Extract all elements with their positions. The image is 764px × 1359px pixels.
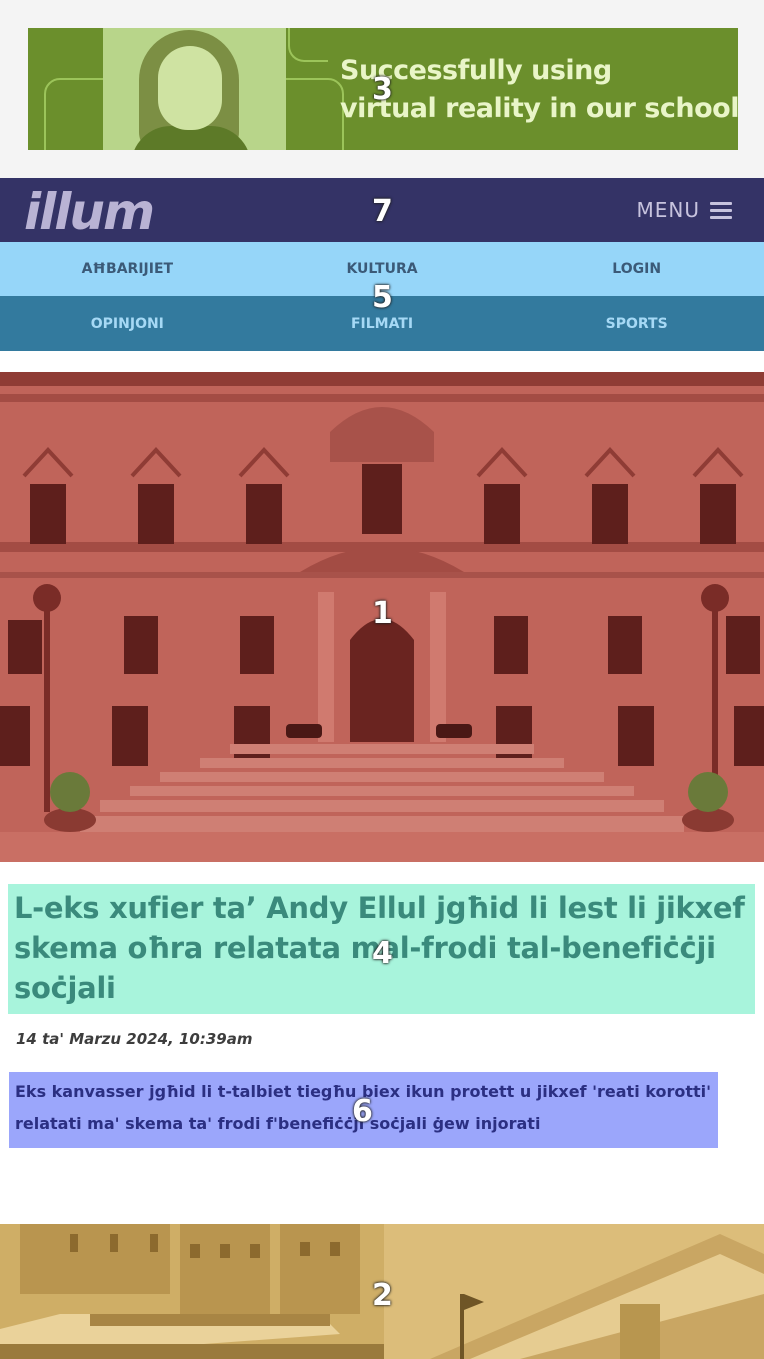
- ad-photo: [103, 28, 286, 150]
- annotation-badge-6: 6: [352, 1094, 373, 1129]
- ad-decor-corner: [288, 28, 328, 62]
- ad-headline: Successfully using virtual reality in ou…: [340, 52, 738, 128]
- nav-item-login[interactable]: LOGIN: [509, 242, 764, 296]
- site-logo[interactable]: illum: [24, 180, 155, 244]
- annotation-badge-1: 1: [372, 596, 393, 631]
- annotation-badge-7: 7: [372, 194, 393, 229]
- annotation-badge-3: 3: [372, 72, 393, 107]
- menu-label: MENU: [636, 198, 700, 222]
- article-date: 14 ta' Marzu 2024, 10:39am: [16, 1030, 253, 1048]
- annotation-badge-4: 4: [372, 936, 393, 971]
- nav-item-sports[interactable]: SPORTS: [509, 296, 764, 351]
- ad-headline-line2: virtual reality in our school: [340, 93, 738, 124]
- nav-item-opinjoni[interactable]: OPINJONI: [0, 296, 255, 351]
- menu-button[interactable]: MENU: [636, 178, 732, 242]
- annotation-badge-5: 5: [372, 280, 393, 315]
- annotation-badge-2: 2: [372, 1278, 393, 1313]
- ad-headline-line1: Successfully using: [340, 55, 612, 86]
- hamburger-icon: [710, 201, 732, 219]
- nav-item-ahbarijiet[interactable]: AĦBARIJIET: [0, 242, 255, 296]
